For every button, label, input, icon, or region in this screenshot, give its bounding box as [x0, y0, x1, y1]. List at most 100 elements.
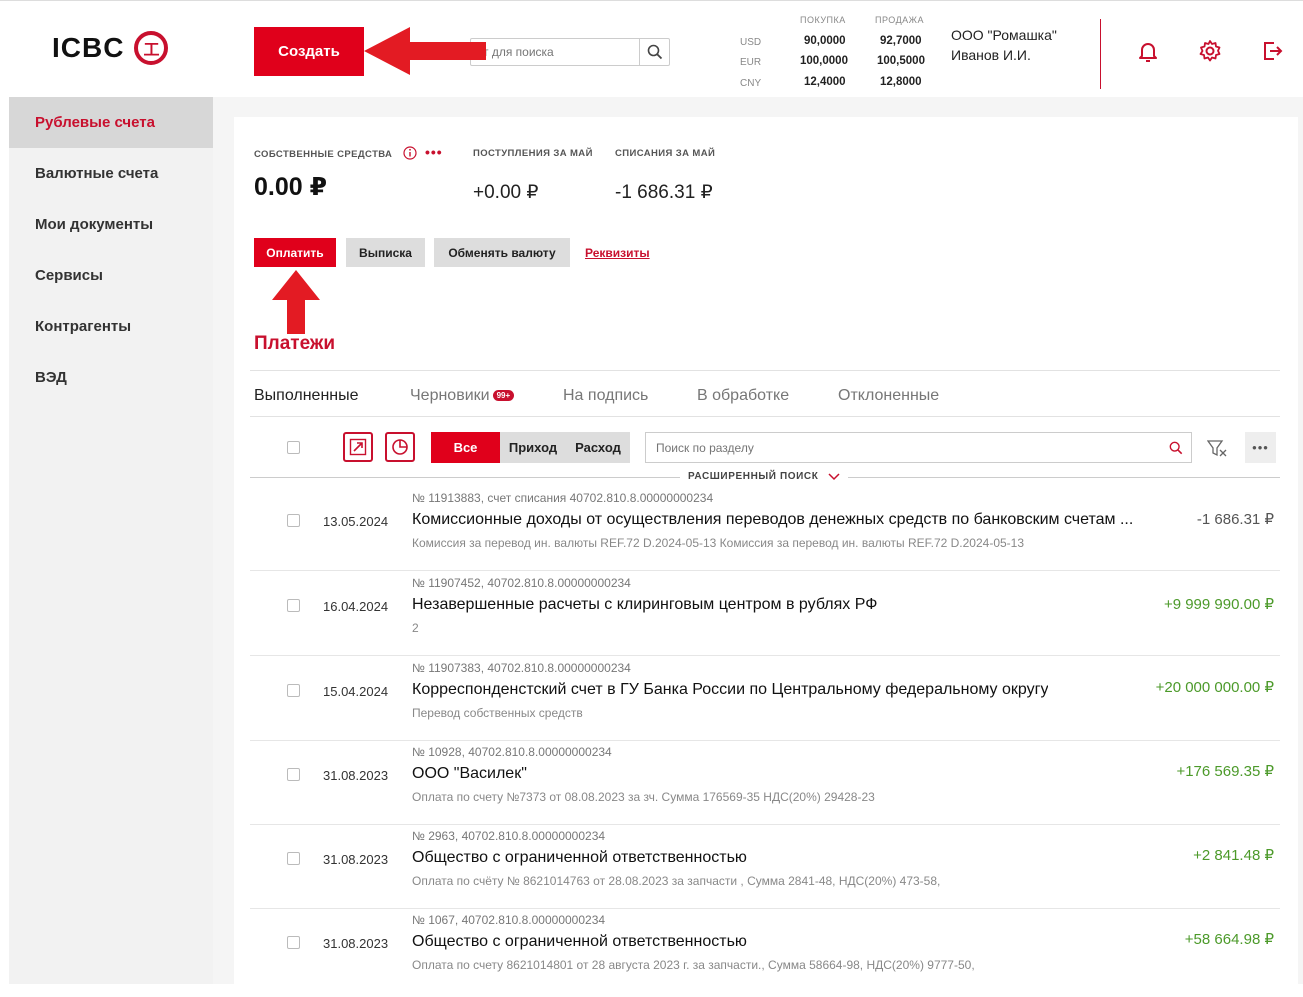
tab-completed[interactable]: Выполненные: [254, 387, 359, 405]
buy-rate: 12,4000: [804, 76, 846, 88]
row-number: № 11913883, счет списания 40702.810.8.00…: [412, 491, 714, 505]
row-description: Оплата по счету 8621014801 от 28 августа…: [412, 958, 975, 972]
row-checkbox[interactable]: [287, 768, 300, 781]
row-date: 31.08.2023: [323, 852, 389, 867]
row-amount: +58 664.98 ₽: [1184, 931, 1274, 948]
currency-code: EUR: [740, 57, 762, 68]
currency-code: USD: [740, 37, 762, 48]
income-value: +0.00 ₽: [473, 182, 539, 203]
sell-header: ПРОДАЖА: [875, 15, 924, 25]
filter-income-button[interactable]: Приход: [500, 432, 566, 463]
sidebar-item-my-documents[interactable]: Мои документы: [9, 199, 213, 250]
payments-title: Платежи: [254, 333, 336, 354]
sell-rate: 92,7000: [880, 35, 922, 47]
own-funds-label: СОБСТВЕННЫЕ СРЕДСТВА: [254, 149, 393, 160]
pay-button[interactable]: Оплатить: [254, 238, 336, 267]
outcome-value: -1 686.31 ₽: [615, 182, 713, 203]
header-divider: [1100, 19, 1101, 89]
logo-text: ICBC: [52, 32, 125, 63]
row-checkbox[interactable]: [287, 514, 300, 527]
sell-rate: 12,8000: [880, 76, 922, 88]
row-checkbox[interactable]: [287, 852, 300, 865]
global-search-input[interactable]: [471, 45, 639, 59]
row-date: 16.04.2024: [323, 599, 389, 614]
sidebar-item-ved[interactable]: ВЭД: [9, 352, 213, 403]
payment-row[interactable]: 16.04.2024 № 11907452, 40702.810.8.00000…: [250, 571, 1280, 656]
currency-code: CNY: [740, 78, 762, 89]
statement-button[interactable]: Выписка: [346, 238, 425, 267]
exchange-button[interactable]: Обменять валюту: [434, 238, 570, 267]
row-amount: +2 841.48 ₽: [1193, 847, 1274, 864]
row-number: № 1067, 40702.810.8.00000000234: [412, 913, 606, 927]
row-amount: +176 569.35 ₽: [1176, 763, 1274, 780]
company-info[interactable]: ООО "Ромашка" Иванов И.И.: [951, 25, 1057, 65]
payment-row[interactable]: 31.08.2023 № 2963, 40702.810.8.000000002…: [250, 824, 1280, 909]
advanced-search-label: РАСШИРЕННЫЙ ПОИСК: [688, 471, 819, 482]
section-search[interactable]: [645, 432, 1192, 463]
payment-row[interactable]: 15.04.2024 № 11907383, 40702.810.8.00000…: [250, 656, 1280, 741]
row-amount: +20 000 000.00 ₽: [1155, 679, 1274, 696]
payment-row[interactable]: 13.05.2024 № 11913883, счет списания 407…: [250, 486, 1280, 571]
buy-rate: 90,0000: [804, 35, 846, 47]
clear-filter-icon[interactable]: [1202, 432, 1232, 463]
company-name: ООО "Ромашка": [951, 27, 1057, 43]
payments-toolbar: Все Приход Расход •••: [250, 430, 1280, 466]
logout-icon[interactable]: [1260, 39, 1284, 63]
tab-rejected[interactable]: Отклоненные: [838, 387, 939, 405]
gear-icon[interactable]: [1198, 39, 1222, 63]
advanced-search-toggle[interactable]: РАСШИРЕННЫЙ ПОИСК: [250, 470, 1280, 484]
buy-rate: 100,0000: [800, 55, 848, 67]
bell-icon[interactable]: [1136, 39, 1160, 63]
create-button[interactable]: Создать: [254, 27, 364, 76]
sell-rate: 100,5000: [877, 55, 925, 67]
payment-row[interactable]: 31.08.2023 № 10928, 40702.810.8.00000000…: [250, 740, 1280, 825]
row-checkbox[interactable]: [287, 599, 300, 612]
row-amount: -1 686.31 ₽: [1196, 511, 1274, 528]
tab-to-sign[interactable]: На подпись: [563, 387, 648, 405]
payments-tabs: Выполненные Черновики 99+ На подпись В об…: [250, 370, 1280, 417]
row-date: 31.08.2023: [323, 936, 389, 951]
sidebar-item-counterparties[interactable]: Контрагенты: [9, 301, 213, 352]
more-options-icon[interactable]: •••: [1245, 432, 1276, 463]
row-date: 31.08.2023: [323, 768, 389, 783]
row-description: Перевод собственных средств: [412, 706, 583, 720]
row-date: 13.05.2024: [323, 514, 389, 529]
search-icon[interactable]: [1169, 441, 1183, 455]
row-checkbox[interactable]: [287, 684, 300, 697]
requisites-link[interactable]: Реквизиты: [585, 246, 650, 260]
row-date: 15.04.2024: [323, 684, 389, 699]
sidebar-item-services[interactable]: Сервисы: [9, 250, 213, 301]
filter-all-button[interactable]: Все: [431, 432, 500, 463]
pie-chart-icon[interactable]: [385, 432, 415, 462]
info-icon[interactable]: [403, 146, 417, 160]
select-all-checkbox[interactable]: [287, 441, 300, 454]
row-title: Комиссионные доходы от осуществления пер…: [412, 511, 1134, 528]
global-search[interactable]: [470, 38, 670, 66]
tab-processing[interactable]: В обработке: [697, 387, 789, 405]
buy-header: ПОКУПКА: [800, 15, 846, 25]
row-number: № 2963, 40702.810.8.00000000234: [412, 829, 606, 843]
sidebar-item-currency-accounts[interactable]: Валютные счета: [9, 148, 213, 199]
row-description: Оплата по счету №7373 от 08.08.2023 за з…: [412, 790, 875, 804]
search-icon[interactable]: [639, 39, 669, 65]
logo[interactable]: ICBC 工: [52, 31, 169, 65]
export-icon[interactable]: [343, 432, 373, 462]
tab-drafts[interactable]: Черновики 99+: [410, 387, 515, 405]
section-search-input[interactable]: [646, 440, 1169, 455]
annotation-arrow-up-icon: [272, 270, 320, 334]
outcome-label: СПИСАНИЯ ЗА МАЙ: [615, 148, 716, 159]
row-description: Оплата по счёту № 8621014763 от 28.08.20…: [412, 874, 941, 888]
divider: [250, 477, 680, 478]
filter-outcome-button[interactable]: Расход: [566, 432, 630, 463]
sidebar-item-rub-accounts[interactable]: Рублевые счета: [9, 97, 213, 148]
more-dots-icon[interactable]: •••: [425, 144, 443, 160]
payment-row[interactable]: 31.08.2023 № 1067, 40702.810.8.000000002…: [250, 908, 1280, 993]
annotation-arrow-left-icon: [364, 27, 486, 75]
row-title: Общество с ограниченной ответственностью: [412, 849, 747, 866]
row-amount: +9 999 990.00 ₽: [1163, 596, 1274, 613]
row-checkbox[interactable]: [287, 936, 300, 949]
row-title: Незавершенные расчеты с клиринговым цент…: [412, 596, 878, 613]
icbc-emblem-icon: 工: [134, 31, 169, 65]
row-title: ООО "Василек": [412, 765, 527, 782]
divider: [848, 477, 1280, 478]
